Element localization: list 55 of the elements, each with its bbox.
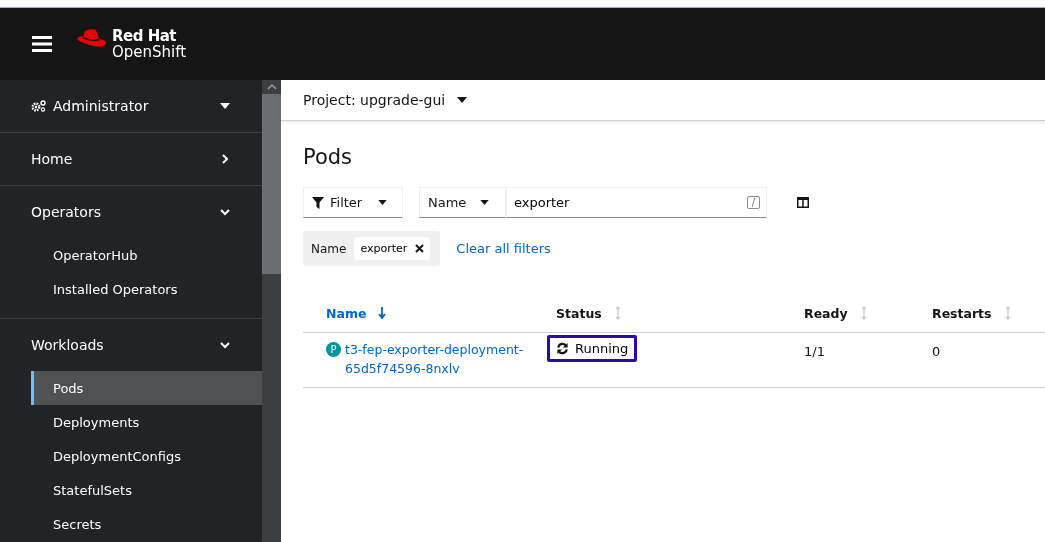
- search-value: exporter: [514, 195, 570, 210]
- section-label: Operators: [31, 204, 101, 220]
- scroll-up-icon[interactable]: [266, 84, 277, 90]
- clear-filters-link[interactable]: Clear all filters: [456, 241, 551, 256]
- table-cell-text: 1/1: [804, 343, 826, 359]
- sort-icon: [613, 306, 622, 320]
- page-title: Pods: [303, 145, 354, 169]
- product-name: OpenShift: [112, 44, 187, 60]
- caret-icon: [480, 200, 490, 205]
- pod-badge: P: [326, 342, 341, 357]
- column-header[interactable]: Restarts: [932, 305, 1045, 321]
- column-header[interactable]: Ready: [804, 305, 932, 321]
- sort-arrow-icon: [378, 307, 387, 319]
- section-label: Home: [31, 151, 73, 167]
- sort-icon: [1003, 306, 1012, 320]
- nav-item[interactable]: Secrets: [31, 507, 262, 541]
- status-text: Running: [575, 341, 629, 356]
- pod-name-link[interactable]: t3-fep-exporter-deployment- 65d5f74596-8nxlv: [345, 340, 524, 378]
- nav-item[interactable]: Deployments: [31, 405, 262, 439]
- nav-section[interactable]: Operators: [0, 186, 262, 238]
- column-header[interactable]: Name: [303, 305, 556, 321]
- nav-item[interactable]: DeploymentConfigs: [31, 439, 262, 473]
- nav-section[interactable]: Home: [0, 133, 262, 185]
- table-cell-text: 0: [932, 343, 942, 359]
- nav-item[interactable]: OperatorHub: [31, 238, 262, 272]
- close-icon[interactable]: [415, 244, 425, 253]
- gears-icon: [31, 100, 47, 112]
- nav-item[interactable]: Installed Operators: [31, 272, 262, 306]
- menu-icon[interactable]: [32, 36, 52, 52]
- perspective-label: Administrator: [53, 98, 149, 114]
- search-field[interactable]: exporter /: [506, 187, 767, 218]
- project-dropdown[interactable]: Project: upgrade-gui: [303, 92, 468, 108]
- nav-item[interactable]: Pods: [31, 371, 262, 405]
- chevron-icon: [220, 340, 230, 350]
- brand-name: Red Hat: [112, 28, 178, 44]
- columns-icon[interactable]: [797, 197, 809, 208]
- scrollbar-thumb[interactable]: [262, 94, 281, 274]
- attribute-dropdown[interactable]: Name: [419, 187, 506, 218]
- sort-icon: [859, 306, 868, 320]
- hat-icon: [76, 28, 108, 50]
- nav-item[interactable]: StatefulSets: [31, 473, 262, 507]
- shortcut-key: /: [746, 196, 760, 209]
- section-label: Workloads: [31, 337, 104, 353]
- nav-section[interactable]: Workloads: [0, 319, 262, 371]
- filter-dropdown[interactable]: Filter: [303, 187, 403, 218]
- caret-icon: [457, 97, 468, 103]
- filter-chip: exporter: [354, 237, 431, 260]
- column-header[interactable]: Status: [556, 305, 804, 321]
- scrollbar[interactable]: [262, 80, 281, 542]
- sync-icon: [556, 342, 569, 355]
- chip-category: Name: [311, 241, 347, 256]
- chevron-icon: [220, 207, 230, 217]
- chevron-icon: [220, 154, 230, 164]
- caret-icon: [378, 200, 388, 205]
- filter-icon: [312, 196, 324, 209]
